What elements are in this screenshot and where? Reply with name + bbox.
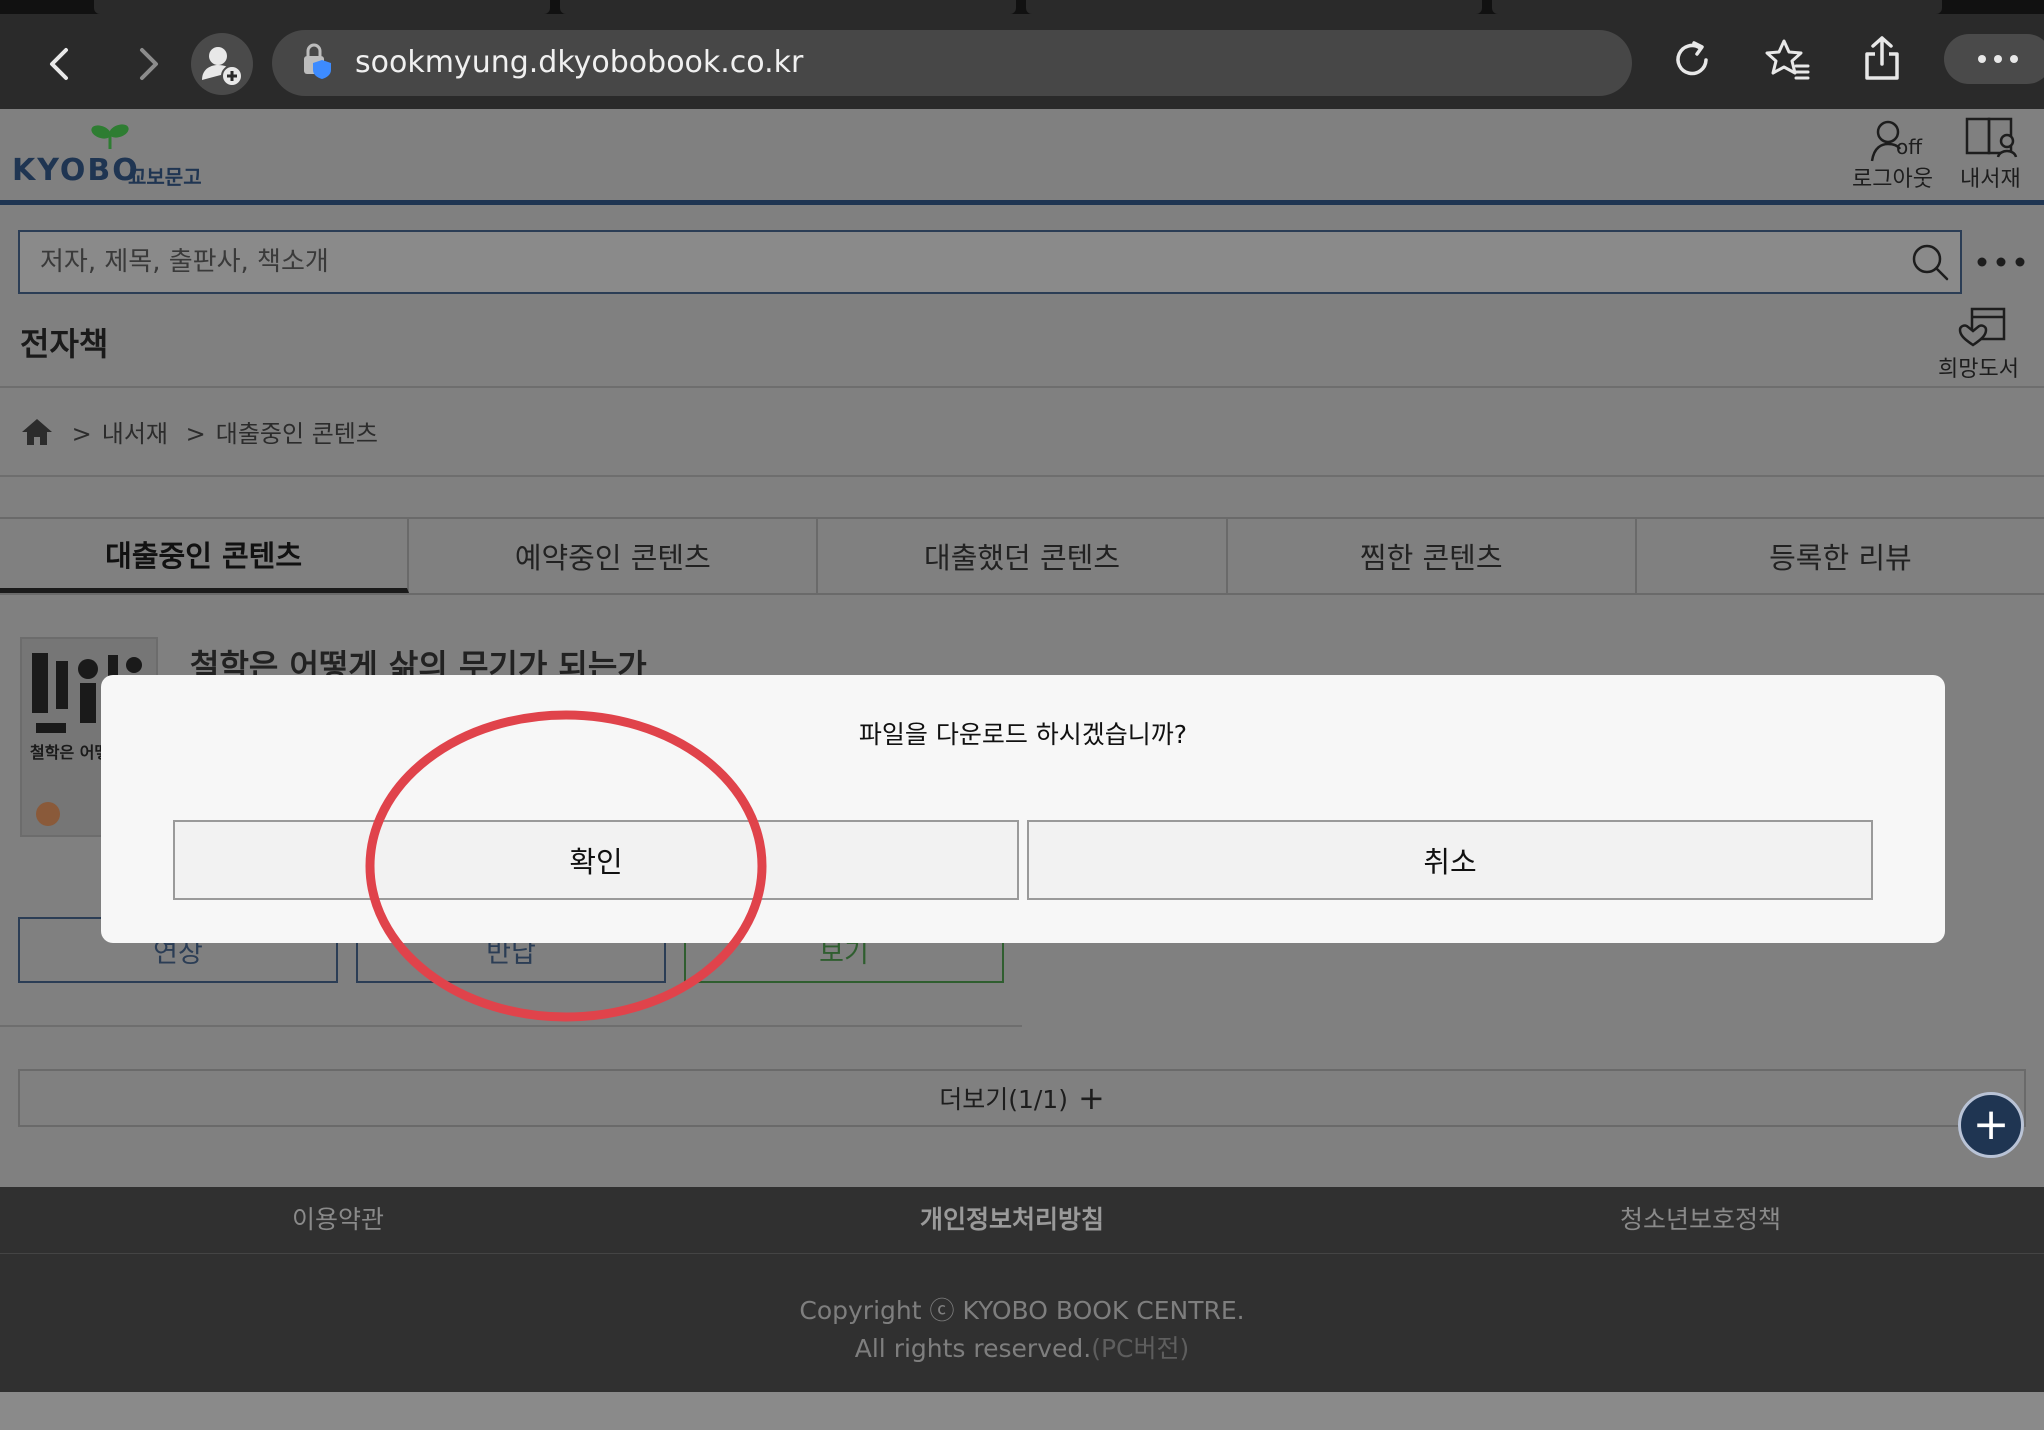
breadcrumb-sep: >	[71, 420, 92, 448]
footer: 이용약관 개인정보처리방침 청소년보호정책 Copyright ⓒ KYOBO …	[0, 1187, 2044, 1392]
logo-text[interactable]: KYOBO	[12, 153, 140, 188]
load-more-button[interactable]: 더보기(1/1) +	[18, 1069, 2026, 1127]
tab[interactable]	[94, 0, 550, 14]
tab-reviews[interactable]: 등록한 리뷰	[1637, 519, 2044, 593]
breadcrumb-item[interactable]: 내서재	[102, 420, 168, 448]
tab-wishlist[interactable]: 찜한 콘텐츠	[1228, 519, 1637, 593]
tab-reserved[interactable]: 예약중인 콘텐츠	[409, 519, 819, 593]
footer-privacy-link[interactable]: 개인정보처리방침	[920, 1187, 1104, 1253]
wish-book-icon[interactable]	[1958, 305, 2010, 349]
forward-icon[interactable]	[130, 44, 166, 84]
logout-badge: off	[1896, 135, 1923, 159]
rights-text: All rights reserved.(PC버전)	[0, 1329, 2044, 1365]
url-text[interactable]: sookmyung.dkyobobook.co.kr	[355, 40, 803, 86]
divider	[0, 386, 2044, 388]
tab[interactable]	[1492, 0, 1942, 14]
floating-plus-button[interactable]: +	[1958, 1092, 2024, 1158]
logo-sub: 교보문고	[128, 165, 202, 189]
breadcrumb-sep: >	[185, 420, 206, 448]
cancel-button[interactable]: 취소	[1027, 820, 1873, 900]
more-menu-button[interactable]	[1944, 34, 2044, 84]
home-icon[interactable]	[20, 417, 54, 447]
rights-label: All rights reserved.	[854, 1334, 1092, 1363]
tab[interactable]	[1026, 0, 1482, 14]
footer-terms-link[interactable]: 이용약관	[292, 1187, 384, 1253]
breadcrumb: > 내서재 > 대출중인 콘텐츠	[20, 414, 378, 454]
tab[interactable]	[560, 0, 1016, 14]
header-rule	[0, 200, 2044, 205]
copyright-text: Copyright ⓒ KYOBO BOOK CENTRE.	[799, 1296, 1245, 1325]
tab-borrowed-history[interactable]: 대출했던 콘텐츠	[818, 519, 1228, 593]
section-title: 전자책	[20, 325, 109, 363]
kyobo-sprout-icon	[91, 124, 129, 149]
profile-add-icon[interactable]	[190, 32, 254, 96]
more-options-icon[interactable]	[1974, 255, 2030, 269]
more-icon	[1978, 55, 2018, 63]
download-confirm-dialog: 파일을 다운로드 하시겠습니까? 확인 취소	[101, 675, 1945, 943]
footer-youth-link[interactable]: 청소년보호정책	[1620, 1187, 1781, 1253]
dialog-message: 파일을 다운로드 하시겠습니까?	[858, 720, 1188, 749]
plus-icon: +	[1077, 1079, 1105, 1117]
wish-label[interactable]: 희망도서	[1938, 351, 2019, 383]
load-more-label: 더보기(1/1)	[939, 1085, 1068, 1114]
divider	[0, 475, 2044, 477]
favorites-icon[interactable]	[1764, 36, 1810, 82]
mylibrary-label[interactable]: 내서재	[1960, 161, 2021, 193]
bottom-strip	[0, 1392, 2044, 1430]
site-shield-icon	[304, 43, 331, 79]
logout-label[interactable]: 로그아웃	[1852, 161, 1933, 193]
pc-version-link[interactable]: (PC버전)	[1091, 1334, 1189, 1363]
divider	[0, 1025, 1022, 1027]
search-icon[interactable]	[1910, 242, 1950, 282]
tab-borrowing[interactable]: 대출중인 콘텐츠	[0, 519, 410, 593]
content-tabs: 대출중인 콘텐츠 예약중인 콘텐츠 대출했던 콘텐츠 찜한 콘텐츠 등록한 리뷰	[0, 517, 2044, 595]
tab-strip	[0, 0, 2044, 14]
reload-icon[interactable]	[1670, 38, 1714, 82]
back-icon[interactable]	[42, 44, 78, 84]
share-icon[interactable]	[1862, 34, 1902, 82]
confirm-button[interactable]: 확인	[173, 820, 1019, 900]
breadcrumb-item-current: 대출중인 콘텐츠	[215, 420, 378, 448]
footer-links: 이용약관 개인정보처리방침 청소년보호정책	[0, 1187, 2044, 1254]
search-placeholder: 저자, 제목, 출판사, 책소개	[40, 247, 329, 277]
bookshelf-icon[interactable]	[1965, 117, 2021, 161]
